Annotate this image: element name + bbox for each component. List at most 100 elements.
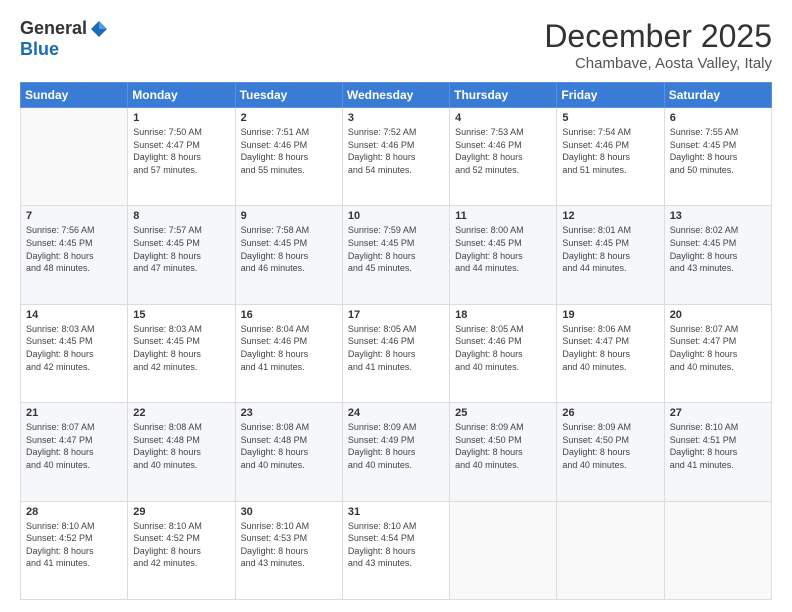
calendar-cell <box>21 108 128 206</box>
day-number: 19 <box>562 309 658 321</box>
calendar-week-row: 21Sunrise: 8:07 AM Sunset: 4:47 PM Dayli… <box>21 403 772 501</box>
cell-info: Sunrise: 8:09 AM Sunset: 4:50 PM Dayligh… <box>455 421 551 471</box>
calendar-cell: 6 Sunrise: 7:55 AM Sunset: 4:45 PM Daylig… <box>664 108 771 206</box>
logo-general-text: General <box>20 18 87 39</box>
calendar-cell: 19Sunrise: 8:06 AM Sunset: 4:47 PM Dayli… <box>557 304 664 402</box>
cell-info: Sunrise: 7:58 AM Sunset: 4:45 PM Dayligh… <box>241 224 337 274</box>
day-number: 21 <box>26 407 122 419</box>
location: Chambave, Aosta Valley, Italy <box>544 55 772 72</box>
logo: General Blue <box>20 18 109 60</box>
calendar-cell: 1Sunrise: 7:50 AM Sunset: 4:47 PM Daylig… <box>128 108 235 206</box>
calendar-cell: 15Sunrise: 8:03 AM Sunset: 4:45 PM Dayli… <box>128 304 235 402</box>
month-title: December 2025 <box>544 18 772 55</box>
calendar-cell: 18 Sunrise: 8:05 AM Sunset: 4:46 PM Dayli… <box>450 304 557 402</box>
day-number: 2 <box>241 112 337 124</box>
day-number: 17 <box>348 309 444 321</box>
day-number: 10 <box>348 210 444 222</box>
day-number: 24 <box>348 407 444 419</box>
day-number: 18 <box>455 309 551 321</box>
day-number: 7 <box>26 210 122 222</box>
day-number: 26 <box>562 407 658 419</box>
cell-info: Sunrise: 8:01 AM Sunset: 4:45 PM Dayligh… <box>562 224 658 274</box>
day-number: 20 <box>670 309 766 321</box>
day-number: 16 <box>241 309 337 321</box>
calendar-week-row: 28 Sunrise: 8:10 AM Sunset: 4:52 PM Dayli… <box>21 501 772 599</box>
cell-info: Sunrise: 8:02 AM Sunset: 4:45 PM Dayligh… <box>670 224 766 274</box>
day-number: 23 <box>241 407 337 419</box>
calendar-cell: 21Sunrise: 8:07 AM Sunset: 4:47 PM Dayli… <box>21 403 128 501</box>
weekday-header-cell: Saturday <box>664 83 771 108</box>
day-number: 30 <box>241 506 337 518</box>
calendar-cell: 20Sunrise: 8:07 AM Sunset: 4:47 PM Dayli… <box>664 304 771 402</box>
calendar-cell <box>664 501 771 599</box>
calendar-cell: 31 Sunrise: 8:10 AM Sunset: 4:54 PM Dayli… <box>342 501 449 599</box>
cell-info: Sunrise: 8:05 AM Sunset: 4:46 PM Dayligh… <box>348 323 444 373</box>
day-number: 12 <box>562 210 658 222</box>
title-section: December 2025 Chambave, Aosta Valley, It… <box>544 18 772 72</box>
calendar-cell: 28 Sunrise: 8:10 AM Sunset: 4:52 PM Dayli… <box>21 501 128 599</box>
weekday-header-cell: Wednesday <box>342 83 449 108</box>
page: General Blue December 2025 Chambave, Aos… <box>0 0 792 612</box>
cell-info: Sunrise: 8:08 AM Sunset: 4:48 PM Dayligh… <box>133 421 229 471</box>
cell-info: Sunrise: 8:03 AM Sunset: 4:45 PM Dayligh… <box>133 323 229 373</box>
calendar-cell <box>450 501 557 599</box>
cell-info: Sunrise: 8:10 AM Sunset: 4:52 PM Dayligh… <box>133 520 229 570</box>
day-number: 11 <box>455 210 551 222</box>
cell-info: Sunrise: 7:52 AM Sunset: 4:46 PM Dayligh… <box>348 126 444 176</box>
calendar-week-row: 14 Sunrise: 8:03 AM Sunset: 4:45 PM Dayli… <box>21 304 772 402</box>
calendar-cell: 9 Sunrise: 7:58 AM Sunset: 4:45 PM Daylig… <box>235 206 342 304</box>
day-number: 28 <box>26 506 122 518</box>
cell-info: Sunrise: 8:03 AM Sunset: 4:45 PM Dayligh… <box>26 323 122 373</box>
cell-info: Sunrise: 8:10 AM Sunset: 4:53 PM Dayligh… <box>241 520 337 570</box>
calendar-cell: 22 Sunrise: 8:08 AM Sunset: 4:48 PM Dayli… <box>128 403 235 501</box>
day-number: 25 <box>455 407 551 419</box>
day-number: 4 <box>455 112 551 124</box>
weekday-header-cell: Thursday <box>450 83 557 108</box>
logo-blue-text: Blue <box>20 39 59 60</box>
weekday-header-cell: Monday <box>128 83 235 108</box>
calendar-cell: 14 Sunrise: 8:03 AM Sunset: 4:45 PM Dayli… <box>21 304 128 402</box>
calendar-cell: 26Sunrise: 8:09 AM Sunset: 4:50 PM Dayli… <box>557 403 664 501</box>
cell-info: Sunrise: 7:59 AM Sunset: 4:45 PM Dayligh… <box>348 224 444 274</box>
day-number: 31 <box>348 506 444 518</box>
day-number: 13 <box>670 210 766 222</box>
calendar-cell: 17 Sunrise: 8:05 AM Sunset: 4:46 PM Dayli… <box>342 304 449 402</box>
calendar-cell: 16 Sunrise: 8:04 AM Sunset: 4:46 PM Dayli… <box>235 304 342 402</box>
day-number: 3 <box>348 112 444 124</box>
calendar-cell: 29 Sunrise: 8:10 AM Sunset: 4:52 PM Dayli… <box>128 501 235 599</box>
day-number: 29 <box>133 506 229 518</box>
calendar-cell: 24 Sunrise: 8:09 AM Sunset: 4:49 PM Dayli… <box>342 403 449 501</box>
day-number: 6 <box>670 112 766 124</box>
cell-info: Sunrise: 7:56 AM Sunset: 4:45 PM Dayligh… <box>26 224 122 274</box>
calendar-cell: 13 Sunrise: 8:02 AM Sunset: 4:45 PM Dayli… <box>664 206 771 304</box>
day-number: 9 <box>241 210 337 222</box>
calendar-cell: 30 Sunrise: 8:10 AM Sunset: 4:53 PM Dayli… <box>235 501 342 599</box>
logo-icon <box>89 19 109 39</box>
weekday-header-cell: Sunday <box>21 83 128 108</box>
cell-info: Sunrise: 8:10 AM Sunset: 4:54 PM Dayligh… <box>348 520 444 570</box>
calendar-cell: 10 Sunrise: 7:59 AM Sunset: 4:45 PM Dayli… <box>342 206 449 304</box>
day-number: 22 <box>133 407 229 419</box>
cell-info: Sunrise: 7:53 AM Sunset: 4:46 PM Dayligh… <box>455 126 551 176</box>
calendar-cell: 8Sunrise: 7:57 AM Sunset: 4:45 PM Daylig… <box>128 206 235 304</box>
calendar-cell: 11Sunrise: 8:00 AM Sunset: 4:45 PM Dayli… <box>450 206 557 304</box>
weekday-header-row: SundayMondayTuesdayWednesdayThursdayFrid… <box>21 83 772 108</box>
calendar-cell <box>557 501 664 599</box>
header: General Blue December 2025 Chambave, Aos… <box>20 18 772 72</box>
calendar-week-row: 7 Sunrise: 7:56 AM Sunset: 4:45 PM Daylig… <box>21 206 772 304</box>
day-number: 5 <box>562 112 658 124</box>
cell-info: Sunrise: 7:54 AM Sunset: 4:46 PM Dayligh… <box>562 126 658 176</box>
cell-info: Sunrise: 7:55 AM Sunset: 4:45 PM Dayligh… <box>670 126 766 176</box>
day-number: 8 <box>133 210 229 222</box>
calendar: SundayMondayTuesdayWednesdayThursdayFrid… <box>20 82 772 600</box>
calendar-cell: 7 Sunrise: 7:56 AM Sunset: 4:45 PM Daylig… <box>21 206 128 304</box>
cell-info: Sunrise: 8:09 AM Sunset: 4:49 PM Dayligh… <box>348 421 444 471</box>
weekday-header-cell: Friday <box>557 83 664 108</box>
cell-info: Sunrise: 8:10 AM Sunset: 4:52 PM Dayligh… <box>26 520 122 570</box>
cell-info: Sunrise: 8:04 AM Sunset: 4:46 PM Dayligh… <box>241 323 337 373</box>
cell-info: Sunrise: 8:10 AM Sunset: 4:51 PM Dayligh… <box>670 421 766 471</box>
day-number: 14 <box>26 309 122 321</box>
cell-info: Sunrise: 7:51 AM Sunset: 4:46 PM Dayligh… <box>241 126 337 176</box>
day-number: 27 <box>670 407 766 419</box>
cell-info: Sunrise: 8:05 AM Sunset: 4:46 PM Dayligh… <box>455 323 551 373</box>
